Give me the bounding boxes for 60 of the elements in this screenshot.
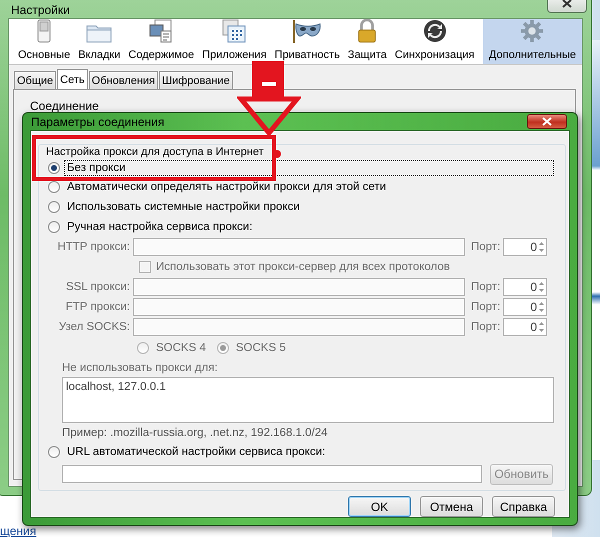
radio-button[interactable] <box>48 221 60 233</box>
radio-label: URL автоматической настройки сервиса прокси: <box>66 445 326 460</box>
close-icon <box>562 0 572 8</box>
toolbar-tab[interactable]: Вкладки <box>74 19 124 64</box>
spin-arrows-icon[interactable] <box>538 240 545 254</box>
radio-label: Ручная настройка сервиса прокси: <box>66 220 254 235</box>
port-value: 0 <box>530 300 537 314</box>
field-label: HTTP прокси: <box>56 241 130 253</box>
radio-label: Автоматически определять настройки прокси для этой сети <box>66 180 388 195</box>
field-label: Порт: <box>471 281 500 293</box>
host-field[interactable] <box>133 278 465 296</box>
field-value: localhost, 127.0.0.1 <box>66 381 166 393</box>
settings-icon <box>519 19 546 43</box>
radio-label: Использовать системные настройки прокси <box>66 200 301 215</box>
field-label: Не использовать прокси для: <box>62 361 219 376</box>
spin-arrows-icon[interactable] <box>538 280 545 294</box>
radio-label: SOCKS 5 <box>234 340 287 356</box>
close-button[interactable] <box>527 114 567 129</box>
host-field[interactable] <box>133 318 465 336</box>
field-label: Узел SOCKS: <box>58 321 130 333</box>
mask-icon <box>292 19 322 43</box>
dialog-button[interactable]: Справка <box>492 496 555 517</box>
field-label: Порт: <box>471 241 500 253</box>
host-field[interactable] <box>133 238 465 256</box>
port-value: 0 <box>530 280 537 294</box>
spin-arrows-icon[interactable] <box>538 300 545 314</box>
close-button[interactable] <box>547 0 587 13</box>
lock-icon <box>356 19 378 43</box>
window-title: Настройки <box>11 3 70 17</box>
radio-label: Без прокси <box>64 160 554 176</box>
toolbar-tab[interactable]: Основные <box>14 19 74 64</box>
radio-label: SOCKS 4 <box>155 340 207 356</box>
radio-button[interactable] <box>48 201 60 213</box>
toolbar-tab[interactable]: Содержимое <box>124 19 198 64</box>
spin-arrows-icon[interactable] <box>538 320 545 334</box>
dialog-title: Параметры соединения <box>31 114 164 128</box>
dialog-button[interactable]: Отмена <box>420 496 483 517</box>
url-field[interactable] <box>62 465 482 483</box>
example-hint: Пример: .mozilla-russia.org, .net.nz, 192.168.1.0/24 <box>62 427 329 441</box>
tab[interactable]: Обновления <box>88 71 158 89</box>
port-value: 0 <box>530 320 537 334</box>
tab[interactable]: Общие <box>14 71 56 89</box>
field-label: Порт: <box>471 301 500 313</box>
host-field[interactable] <box>133 298 465 316</box>
toolbar-tab[interactable]: Дополнительные <box>482 19 582 64</box>
field-label: FTP прокси: <box>64 301 130 313</box>
port-value: 0 <box>530 240 537 254</box>
radio-button[interactable] <box>48 181 60 193</box>
field-label: Порт: <box>471 321 500 333</box>
dialog-button[interactable]: OK <box>348 496 411 517</box>
tab[interactable]: Сеть <box>57 69 88 89</box>
section-title: Соединение <box>30 99 99 113</box>
group-title: Настройка прокси для доступа в Интернет <box>46 145 265 159</box>
checkbox-label: Использовать этот прокси-сервер для всех протоколов <box>156 261 450 273</box>
toolbar-tab[interactable]: Синхронизация <box>390 19 478 64</box>
close-icon <box>542 117 552 126</box>
tab[interactable]: Шифрование <box>159 71 233 89</box>
field-label: SSL прокси: <box>64 281 130 293</box>
radio-button[interactable] <box>48 162 60 174</box>
toolbar-tab[interactable]: Защита <box>344 19 391 64</box>
